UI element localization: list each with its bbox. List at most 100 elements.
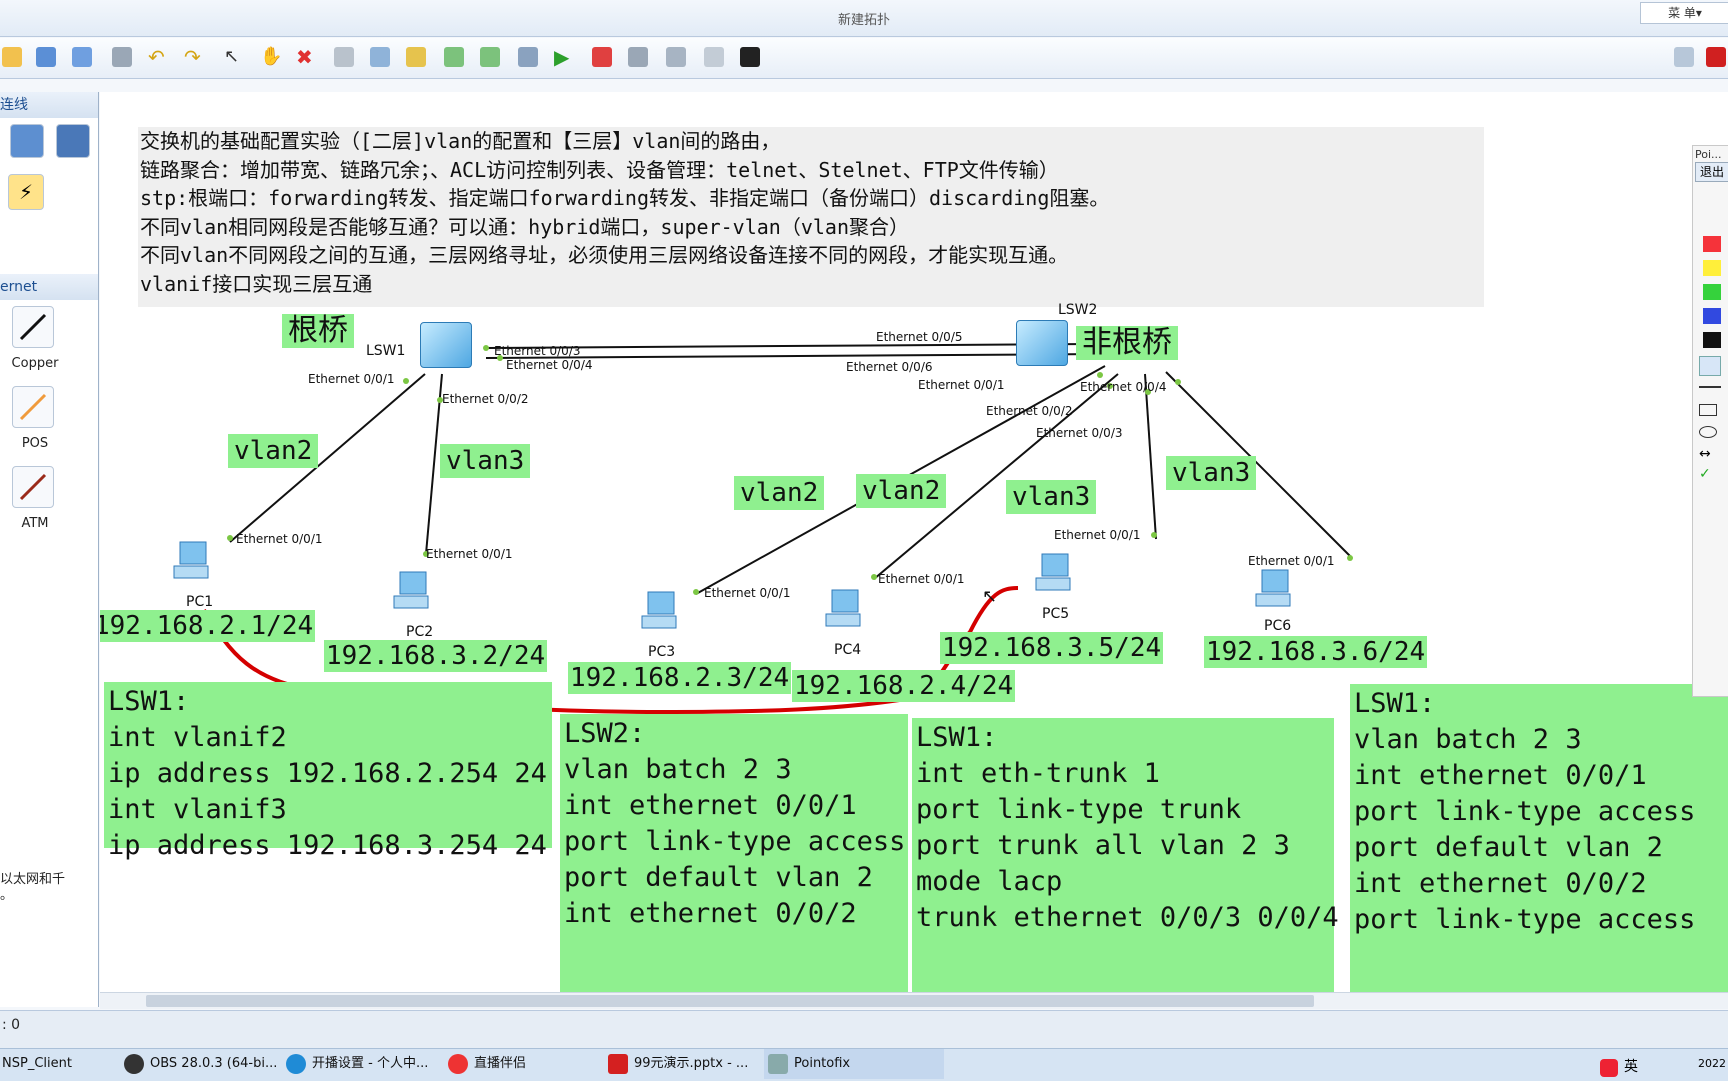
cable-icon[interactable] — [56, 124, 90, 158]
select-icon[interactable]: ↖ — [224, 47, 244, 67]
zoom-out-icon[interactable] — [480, 47, 500, 67]
toolbar: ↶ ↷ ↖ ✋ ✖ ▶ — [0, 38, 1728, 79]
root-bridge-label: 根桥 — [282, 314, 354, 348]
ip-tag: 192.168.3.2/24 — [324, 640, 548, 672]
save-icon[interactable] — [36, 47, 56, 67]
copper-cable-icon[interactable] — [12, 306, 54, 348]
port-label: Ethernet 0/0/4 — [1080, 380, 1167, 394]
yellow-color-swatch[interactable] — [1703, 260, 1721, 276]
arrow-tool-icon[interactable]: ↔ — [1699, 446, 1711, 462]
pc5-icon[interactable] — [1032, 550, 1074, 598]
atm-cable-icon[interactable] — [12, 466, 54, 508]
window-title: 新建拓扑 — [837, 13, 890, 28]
ime-indicator[interactable]: 英 — [1624, 1056, 1638, 1076]
capture-icon[interactable] — [628, 47, 648, 67]
pc6-label: PC6 — [1264, 618, 1292, 634]
non-root-bridge-label: 非根桥 — [1076, 326, 1178, 360]
title-bar: 新建拓扑 菜 单▾ — [0, 0, 1728, 37]
check-tool-icon[interactable]: ✓ — [1699, 466, 1711, 482]
taskbar-item-label: OBS 28.0.3 (64-bi... — [150, 1056, 278, 1071]
delete-link-icon[interactable] — [334, 47, 354, 67]
taskbar-item[interactable]: Pointofix — [764, 1049, 944, 1079]
ip-tag: 192.168.2.1/24 — [100, 610, 316, 642]
port-label: Ethernet 0/0/1 — [918, 378, 1005, 392]
black-color-swatch[interactable] — [1703, 332, 1721, 348]
taskbar-item[interactable]: OBS 28.0.3 (64-bi... — [120, 1049, 300, 1079]
line-tool-icon[interactable] — [1699, 386, 1721, 388]
port-label: Ethernet 0/0/4 — [506, 358, 593, 372]
ellipse-tool-icon[interactable] — [1699, 426, 1717, 438]
status-bar: : 0 — [0, 1010, 1728, 1053]
pc3-icon[interactable] — [638, 588, 680, 636]
pos-cable-icon[interactable] — [12, 386, 54, 428]
green-color-swatch[interactable] — [1703, 284, 1721, 300]
chat-icon[interactable] — [1674, 47, 1694, 67]
port-label: Ethernet 0/0/1 — [1054, 528, 1141, 542]
undo-icon[interactable]: ↶ — [148, 47, 168, 67]
menu-button[interactable]: 菜 单▾ — [1640, 2, 1728, 24]
save-as-icon[interactable] — [72, 47, 92, 67]
red-color-swatch[interactable] — [1703, 236, 1721, 252]
pointofix-title: Poi... — [1695, 148, 1722, 161]
freehand-tool-icon[interactable] — [1699, 356, 1721, 376]
huawei-logo-icon — [1706, 47, 1726, 67]
taskbar-item[interactable]: 99元演示.pptx - ... — [604, 1049, 784, 1079]
stop-icon[interactable] — [592, 47, 612, 67]
vlan-tag: vlan3 — [440, 444, 531, 478]
pc4-icon[interactable] — [822, 586, 864, 634]
pc2-icon[interactable] — [390, 568, 432, 616]
taskbar-item[interactable]: 直播伴侣 — [444, 1049, 624, 1079]
text-icon[interactable] — [370, 47, 390, 67]
obs-icon — [124, 1054, 144, 1074]
taskbar-item[interactable]: 开播设置 - 个人中... — [282, 1049, 462, 1079]
sogou-icon[interactable] — [1600, 1059, 1618, 1077]
lsw2-icon[interactable] — [1016, 320, 1068, 366]
clock[interactable]: 2022 — [1698, 1057, 1726, 1070]
fit-icon[interactable] — [518, 47, 538, 67]
taskbar-item-label: 直播伴侣 — [474, 1056, 527, 1071]
lsw1-trunk-config: LSW1: int eth-trunk 1 port link-type tru… — [912, 718, 1339, 992]
pointofix-exit-button[interactable]: 退出 — [1695, 162, 1728, 182]
taskbar-item-label: 开播设置 - 个人中... — [312, 1056, 429, 1071]
wps-icon — [608, 1054, 628, 1074]
lsw1-label: LSW1 — [366, 343, 406, 359]
taskbar: NSP_Client OBS 28.0.3 (64-bi... 开播设置 - 个… — [0, 1048, 1728, 1081]
ethernet-header[interactable]: ernet — [0, 274, 98, 300]
auto-link-icon[interactable]: ⚡ — [8, 174, 44, 210]
pointofix-icon — [768, 1054, 788, 1074]
taskbar-item[interactable]: NSP_Client — [0, 1049, 132, 1079]
edge-icon — [286, 1054, 306, 1074]
wireless-icon[interactable] — [10, 124, 44, 158]
grid-icon[interactable] — [704, 47, 724, 67]
port-label: Ethernet 0/0/2 — [986, 404, 1073, 418]
pc2-label: PC2 — [406, 624, 434, 640]
vlan-tag: vlan3 — [1006, 480, 1097, 514]
pc1-icon[interactable] — [170, 538, 212, 586]
delete-icon[interactable]: ✖ — [296, 47, 316, 67]
blue-color-swatch[interactable] — [1703, 308, 1721, 324]
zoom-in-icon[interactable] — [444, 47, 464, 67]
taskbar-item-label: 99元演示.pptx - ... — [634, 1056, 749, 1071]
topology-icon[interactable] — [666, 47, 686, 67]
hand-icon[interactable]: ✋ — [260, 47, 282, 67]
start-icon[interactable]: ▶ — [554, 47, 574, 67]
link-lsw2-pc5[interactable] — [1144, 373, 1157, 540]
lsw1-vlanif-config: LSW1: int vlanif2 ip address 192.168.2.2… — [104, 682, 552, 861]
print-icon[interactable] — [112, 47, 132, 67]
home-icon[interactable] — [2, 47, 22, 67]
horizontal-scrollbar[interactable] — [100, 992, 1728, 1009]
lsw1-batch-config: LSW1: vlan batch 2 3 int ethernet 0/0/1 … — [1350, 684, 1728, 992]
port-label: Ethernet 0/0/3 — [1036, 426, 1123, 440]
scroll-thumb[interactable] — [146, 995, 1314, 1007]
lsw1-icon[interactable] — [420, 322, 472, 368]
device-panel: 连线 ⚡ ernet Copper POS ATM 以太网和千 。 — [0, 92, 99, 1007]
rect-tool-icon[interactable] — [1699, 404, 1717, 416]
pc6-icon[interactable] — [1252, 566, 1294, 614]
links-header[interactable]: 连线 — [0, 92, 98, 118]
vlan-tag: vlan2 — [228, 434, 319, 468]
topology-canvas[interactable]: 交换机的基础配置实验（[二层]vlan的配置和【三层】vlan间的路由， 链路聚… — [100, 92, 1728, 992]
redo-icon[interactable]: ↷ — [184, 47, 204, 67]
palette-icon[interactable] — [406, 47, 426, 67]
atm-label: ATM — [21, 516, 49, 531]
terminal-icon[interactable] — [740, 47, 760, 67]
